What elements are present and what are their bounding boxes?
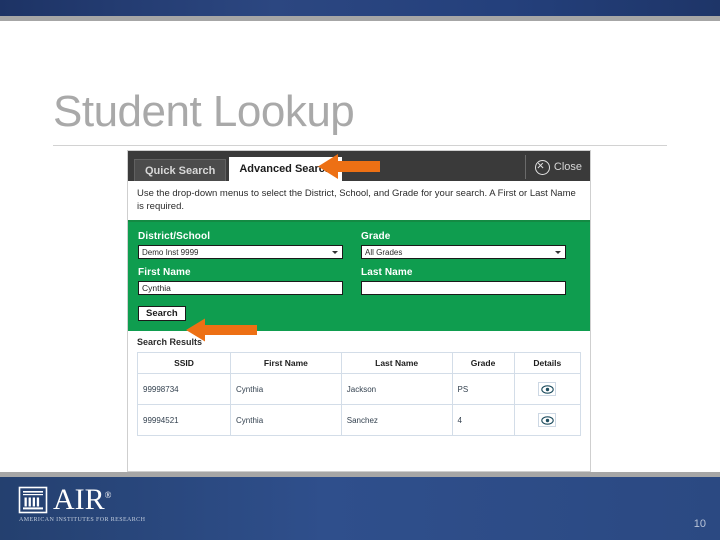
cell-first-name: Cynthia <box>230 404 342 436</box>
tab-quick-search-label: Quick Search <box>145 164 216 177</box>
district-school-value: Demo Inst 9999 <box>142 247 199 257</box>
close-button[interactable]: Close <box>524 155 590 179</box>
slide-top-divider <box>0 16 720 21</box>
eye-icon[interactable] <box>538 382 557 396</box>
air-wordmark: AIR® <box>53 485 112 515</box>
last-name-input[interactable] <box>361 281 566 295</box>
column-header-grade: Grade <box>451 352 515 374</box>
slide-top-bar-gradient <box>0 0 720 16</box>
first-name-value: Cynthia <box>142 283 171 293</box>
form-row-names: First Name Cynthia Last Name <box>138 267 580 295</box>
district-school-select[interactable]: Demo Inst 9999 <box>138 245 343 259</box>
instructions-text: Use the drop-down menus to select the Di… <box>128 181 590 222</box>
search-results-table: SSID First Name Last Name Grade Details … <box>136 352 582 436</box>
cell-grade: 4 <box>451 404 515 436</box>
tab-advanced-search[interactable]: Advanced Search <box>229 157 342 181</box>
air-logo-row: AIR® <box>18 485 112 515</box>
cell-details <box>513 404 582 436</box>
air-trademark: ® <box>104 490 112 500</box>
student-lookup-screenshot: Quick Search Advanced Search Close Use t… <box>127 150 591 472</box>
title-underline <box>53 145 667 146</box>
air-logo: AIR® AMERICAN INSTITUTES FOR RESEARCH <box>18 485 145 523</box>
app-tab-bar: Quick Search Advanced Search Close <box>128 151 590 181</box>
search-results-section: Search Results SSID First Name Last Name… <box>128 331 590 444</box>
table-row[interactable]: 99998734 Cynthia Jackson PS <box>136 373 582 405</box>
air-tagline: AMERICAN INSTITUTES FOR RESEARCH <box>19 517 146 523</box>
table-header-row: SSID First Name Last Name Grade Details <box>136 352 582 374</box>
advanced-search-form: District/School Demo Inst 9999 Grade All… <box>128 222 590 331</box>
slide-footer: AIR® AMERICAN INSTITUTES FOR RESEARCH 10 <box>0 477 720 540</box>
close-circle-icon <box>534 159 550 175</box>
last-name-label: Last Name <box>361 267 413 278</box>
cell-last-name: Sanchez <box>340 404 453 436</box>
grade-select[interactable]: All Grades <box>361 245 566 259</box>
cell-details <box>513 373 582 405</box>
form-row-dropdowns: District/School Demo Inst 9999 Grade All… <box>138 231 580 259</box>
grade-value: All Grades <box>365 247 403 257</box>
grade-field: Grade All Grades <box>361 231 566 259</box>
search-button-label: Search <box>146 308 178 319</box>
column-header-last-name: Last Name <box>340 352 453 374</box>
first-name-field: First Name Cynthia <box>138 267 343 295</box>
page-title: Student Lookup <box>53 87 355 136</box>
eye-icon[interactable] <box>538 413 557 427</box>
first-name-label: First Name <box>138 267 191 278</box>
chevron-down-icon <box>555 251 561 254</box>
close-button-label: Close <box>553 161 582 173</box>
first-name-input[interactable]: Cynthia <box>138 281 343 295</box>
column-header-first-name: First Name <box>230 352 342 374</box>
search-results-heading: Search Results <box>137 337 203 347</box>
cell-ssid: 99998734 <box>136 373 232 405</box>
cell-grade: PS <box>451 373 515 405</box>
table-row[interactable]: 99994521 Cynthia Sanchez 4 <box>136 404 582 436</box>
last-name-field: Last Name <box>361 267 566 295</box>
grade-label: Grade <box>361 231 391 242</box>
cell-last-name: Jackson <box>340 373 453 405</box>
cell-ssid: 99994521 <box>136 404 232 436</box>
chevron-down-icon <box>332 251 338 254</box>
cell-first-name: Cynthia <box>230 373 342 405</box>
tab-quick-search[interactable]: Quick Search <box>134 159 227 181</box>
district-school-field: District/School Demo Inst 9999 <box>138 231 343 259</box>
search-button[interactable]: Search <box>138 306 186 321</box>
air-wordmark-text: AIR <box>53 483 105 516</box>
slide-top-bar <box>0 0 720 16</box>
district-school-label: District/School <box>138 231 211 242</box>
column-header-ssid: SSID <box>136 352 232 374</box>
page-number: 10 <box>693 518 706 530</box>
tab-advanced-search-label: Advanced Search <box>239 163 332 175</box>
column-header-details: Details <box>513 352 582 374</box>
air-building-icon <box>18 485 48 515</box>
